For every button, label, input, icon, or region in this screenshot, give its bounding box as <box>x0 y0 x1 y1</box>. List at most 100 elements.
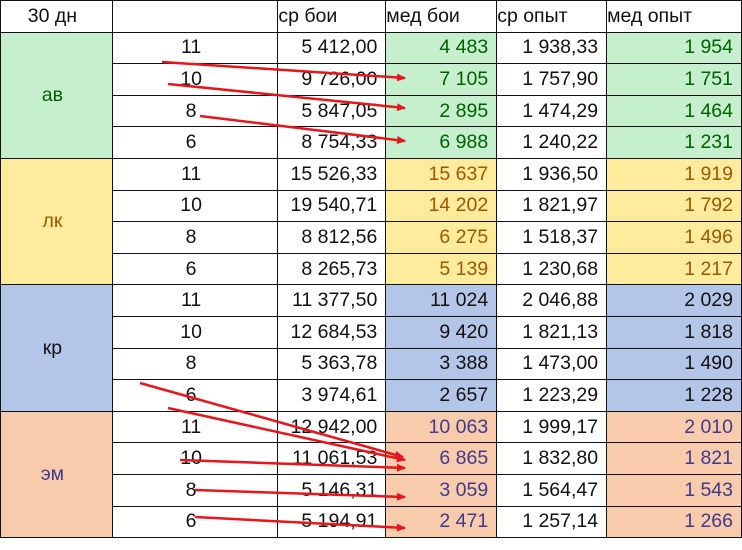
table-row: 10 9 726,00 7 105 1 757,90 1 751 <box>1 63 742 96</box>
header-med-battles[interactable]: мед бои <box>385 0 498 33</box>
med-battles-cell[interactable]: 15 637 <box>385 157 498 191</box>
med-battles-cell[interactable]: 7 105 <box>385 63 498 96</box>
tier-level[interactable]: 6 <box>111 505 279 539</box>
med-exp-cell[interactable]: 1 266 <box>606 505 742 539</box>
table-row: 65 194,91 2 471 1 257,14 1 266 <box>1 505 742 539</box>
avg-battles-cell[interactable]: 9 726,00 <box>277 63 387 96</box>
avg-battles-cell[interactable]: 5 194,91 <box>277 505 387 539</box>
avg-battles-cell[interactable]: 5 412,00 <box>277 31 387 65</box>
table-row: кр 11 11 377,50 11 024 2 046,88 2 029 <box>0 284 742 412</box>
avg-exp-cell[interactable]: 1 821,13 <box>496 315 608 349</box>
med-battles-cell[interactable]: 3 388 <box>385 347 498 381</box>
avg-battles-cell[interactable]: 5 847,05 <box>277 94 387 128</box>
tier-level[interactable]: 11 <box>111 31 279 65</box>
tier-level[interactable]: 6 <box>111 126 279 159</box>
tier-level[interactable]: 8 <box>111 347 279 381</box>
tier-level[interactable]: 11 <box>111 284 279 317</box>
avg-exp-cell[interactable]: 1 518,37 <box>496 221 608 254</box>
med-battles-cell[interactable]: 2 657 <box>385 379 498 412</box>
avg-battles-cell[interactable]: 12 942,00 <box>277 410 387 444</box>
avg-battles-cell[interactable]: 3 974,61 <box>277 379 387 412</box>
med-exp-cell[interactable]: 2 029 <box>606 284 742 317</box>
med-battles-cell[interactable]: 5 139 <box>385 252 498 286</box>
med-exp-cell[interactable]: 1 792 <box>606 189 742 223</box>
avg-battles-cell[interactable]: 8 812,56 <box>277 221 387 254</box>
med-exp-cell[interactable]: 1 490 <box>606 347 742 381</box>
med-exp-cell[interactable]: 1 228 <box>606 379 742 412</box>
med-battles-cell[interactable]: 11 024 <box>385 284 498 317</box>
med-battles-cell[interactable]: 6 275 <box>385 221 498 254</box>
avg-exp-cell[interactable]: 1 821,97 <box>496 189 608 223</box>
med-exp-cell[interactable]: 1 919 <box>606 157 742 191</box>
table-row: 88 812,56 6 275 1 518,37 1 496 <box>1 221 742 254</box>
table-row: ав 11 5 412,00 4 483 1 938,33 1 954 <box>0 31 742 159</box>
avg-exp-cell[interactable]: 1 474,29 <box>496 94 608 128</box>
med-battles-cell[interactable]: 3 059 <box>385 473 498 507</box>
avg-exp-cell[interactable]: 1 257,14 <box>496 505 608 539</box>
header-avg-exp[interactable]: ср опыт <box>496 0 608 33</box>
table-row: 68 754,33 6 988 1 240,22 1 231 <box>1 126 742 159</box>
header-avg-battles[interactable]: ср бои <box>277 0 387 33</box>
table-row: 63 974,61 2 657 1 223,29 1 228 <box>1 379 742 412</box>
med-battles-cell[interactable]: 4 483 <box>385 31 498 65</box>
med-battles-cell[interactable]: 2 471 <box>385 505 498 539</box>
avg-exp-cell[interactable]: 1 999,17 <box>496 410 608 444</box>
med-exp-cell[interactable]: 1 231 <box>606 126 742 159</box>
avg-exp-cell[interactable]: 1 936,50 <box>496 157 608 191</box>
med-exp-cell[interactable]: 1 751 <box>606 63 742 96</box>
avg-exp-cell[interactable]: 1 230,68 <box>496 252 608 286</box>
med-exp-cell[interactable]: 1 821 <box>606 442 742 475</box>
tier-level[interactable]: 6 <box>111 379 279 412</box>
med-battles-cell[interactable]: 2 895 <box>385 94 498 128</box>
tier-level[interactable]: 6 <box>111 252 279 286</box>
med-battles-cell[interactable]: 10 063 <box>385 410 498 444</box>
tier-level[interactable]: 10 <box>111 442 279 475</box>
med-exp-cell[interactable]: 1 464 <box>606 94 742 128</box>
avg-exp-cell[interactable]: 1 473,00 <box>496 347 608 381</box>
med-exp-cell[interactable]: 1 818 <box>606 315 742 349</box>
avg-exp-cell[interactable]: 1 240,22 <box>496 126 608 159</box>
avg-exp-cell[interactable]: 1 938,33 <box>496 31 608 65</box>
avg-battles-cell[interactable]: 12 684,53 <box>277 315 387 349</box>
header-period[interactable]: 30 дн <box>0 0 113 33</box>
tier-level[interactable]: 10 <box>111 63 279 96</box>
avg-battles-cell[interactable]: 8 265,73 <box>277 252 387 286</box>
group-label-kr[interactable]: кр <box>0 284 113 412</box>
avg-exp-cell[interactable]: 2 046,88 <box>496 284 608 317</box>
avg-battles-cell[interactable]: 8 754,33 <box>277 126 387 159</box>
avg-exp-cell[interactable]: 1 564,47 <box>496 473 608 507</box>
med-battles-cell[interactable]: 6 865 <box>385 442 498 475</box>
tier-level[interactable]: 8 <box>111 221 279 254</box>
med-exp-cell[interactable]: 1 543 <box>606 473 742 507</box>
med-exp-cell[interactable]: 1 496 <box>606 221 742 254</box>
tier-level[interactable]: 8 <box>111 94 279 128</box>
avg-battles-cell[interactable]: 11 061,53 <box>277 442 387 475</box>
med-exp-cell[interactable]: 2 010 <box>606 410 742 444</box>
tier-level[interactable]: 10 <box>111 189 279 223</box>
med-battles-cell[interactable]: 6 988 <box>385 126 498 159</box>
header-blank[interactable] <box>111 0 279 33</box>
med-exp-cell[interactable]: 1 217 <box>606 252 742 286</box>
med-exp-cell[interactable]: 1 954 <box>606 31 742 65</box>
med-battles-cell[interactable]: 14 202 <box>385 189 498 223</box>
avg-exp-cell[interactable]: 1 223,29 <box>496 379 608 412</box>
group-label-av[interactable]: ав <box>0 31 113 159</box>
avg-battles-cell[interactable]: 11 377,50 <box>277 284 387 317</box>
table-row: эм 11 12 942,00 10 063 1 999,17 2 010 <box>0 410 742 539</box>
med-battles-cell[interactable]: 9 420 <box>385 315 498 349</box>
avg-exp-cell[interactable]: 1 757,90 <box>496 63 608 96</box>
tier-level[interactable]: 10 <box>111 315 279 349</box>
avg-exp-cell[interactable]: 1 832,80 <box>496 442 608 475</box>
tier-level[interactable]: 11 <box>111 157 279 191</box>
avg-battles-cell[interactable]: 5 146,31 <box>277 473 387 507</box>
avg-battles-cell[interactable]: 5 363,78 <box>277 347 387 381</box>
header-med-exp[interactable]: мед опыт <box>606 0 742 33</box>
tier-level[interactable]: 8 <box>111 473 279 507</box>
group-label-lk[interactable]: лк <box>0 157 113 286</box>
avg-battles-cell[interactable]: 15 526,33 <box>277 157 387 191</box>
header-row: 30 дн ср бои мед бои ср опыт мед опыт <box>0 0 742 33</box>
avg-battles-cell[interactable]: 19 540,71 <box>277 189 387 223</box>
table-row: лк 11 15 526,33 15 637 1 936,50 1 919 <box>0 157 742 286</box>
group-label-em[interactable]: эм <box>0 410 113 539</box>
tier-level[interactable]: 11 <box>111 410 279 444</box>
